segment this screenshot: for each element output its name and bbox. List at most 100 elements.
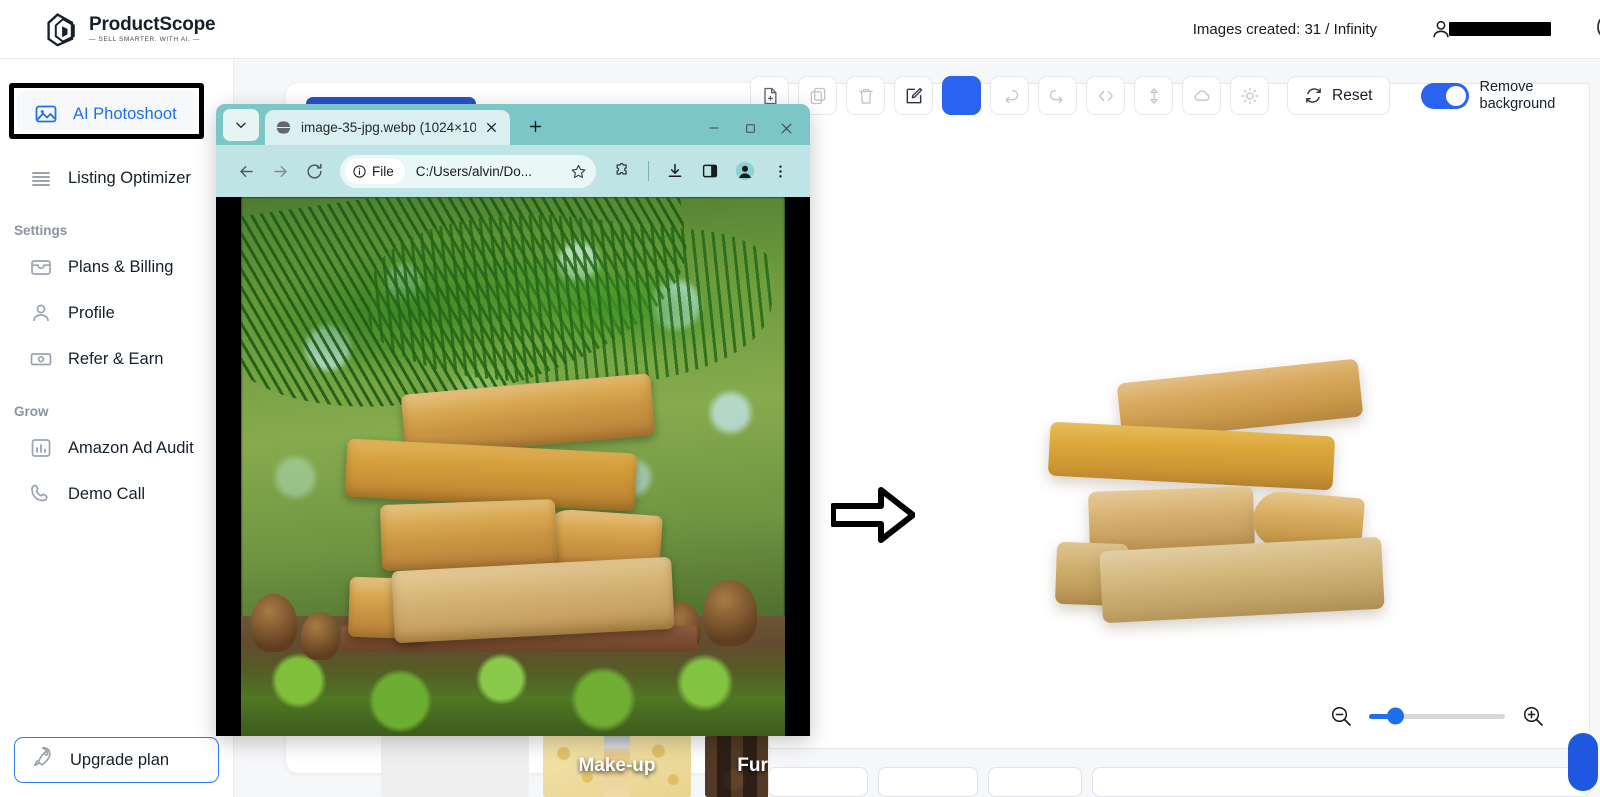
product-bar <box>1047 421 1336 491</box>
style-thumbnail-label: Furniture <box>737 755 768 776</box>
style-thumbnail-makeup[interactable]: Make-up <box>543 735 691 797</box>
reload-icon[interactable] <box>298 155 330 187</box>
toggle-knob <box>1445 85 1466 106</box>
magnifier-plus-icon[interactable] <box>1521 704 1545 728</box>
zoom-controls <box>1329 704 1545 728</box>
sidebar-item-amazon-ad-audit[interactable]: Amazon Ad Audit <box>12 425 221 471</box>
color-swatch-button[interactable] <box>942 76 981 115</box>
plus-icon[interactable] <box>520 111 550 141</box>
source-product-photo[interactable] <box>241 197 785 736</box>
sidebar-item-label: Listing Optimizer <box>68 168 191 187</box>
app-root: ProductScope — SELL SMARTER. WITH AI. — … <box>0 0 1600 797</box>
reset-label: Reset <box>1332 86 1373 104</box>
chevron-down-icon[interactable] <box>223 109 259 141</box>
address-bar-url: C:/Users/alvin/Do... <box>415 163 533 179</box>
sidebar-item-plans-billing[interactable]: Plans & Billing <box>12 244 221 290</box>
sidebar-item-listing-optimizer[interactable]: Listing Optimizer <box>12 155 221 201</box>
browser-tab[interactable]: image-35-jpg.webp (1024×102 <box>265 110 510 145</box>
remove-background-toggle[interactable] <box>1420 82 1469 109</box>
image-editor-toolbar: Reset Remove background <box>750 76 1555 115</box>
remove-background-control: Remove background <box>1420 78 1556 112</box>
sidebar-item-label: Amazon Ad Audit <box>68 438 194 457</box>
star-icon[interactable] <box>565 158 591 184</box>
zoom-slider[interactable] <box>1369 707 1505 725</box>
browser-tab-title: image-35-jpg.webp (1024×102 <box>301 120 476 135</box>
undo-icon[interactable] <box>990 76 1029 115</box>
sidebar: AI Photoshoot Listing Optimizer Settings… <box>0 59 234 797</box>
close-tab-icon[interactable] <box>482 119 500 137</box>
upgrade-plan-button[interactable]: Upgrade plan <box>14 737 219 783</box>
soap-bar <box>379 498 558 572</box>
cloud-icon[interactable] <box>1182 76 1221 115</box>
brand-tagline: — SELL SMARTER. WITH AI. — <box>89 35 200 43</box>
image-icon <box>33 101 59 127</box>
bottom-control[interactable] <box>768 767 868 797</box>
toolbar-divider <box>648 161 649 181</box>
bottom-control[interactable] <box>988 767 1082 797</box>
person-icon <box>28 300 54 326</box>
browser-actions <box>606 155 796 187</box>
browser-tabstrip: image-35-jpg.webp (1024×102 <box>216 104 810 145</box>
header-right-cluster: Images created: 31 / Infinity <box>1193 10 1600 49</box>
right-arrow-outline <box>830 484 916 551</box>
sidebar-item-label: Refer & Earn <box>68 349 164 368</box>
productscope-logo-icon <box>47 13 75 47</box>
browser-navbar: File C:/Users/alvin/Do... <box>216 145 810 197</box>
top-header: ProductScope — SELL SMARTER. WITH AI. — … <box>0 0 1600 59</box>
remove-background-label-line1: Remove <box>1479 78 1534 95</box>
sidebar-item-refer-earn[interactable]: Refer & Earn <box>12 336 221 382</box>
sidebar-item-demo-call[interactable]: Demo Call <box>12 471 221 517</box>
brightness-icon[interactable] <box>1230 76 1269 115</box>
reset-button[interactable]: Reset <box>1287 76 1390 115</box>
remove-background-label-line2: background <box>1479 95 1556 112</box>
product-bar <box>1099 536 1385 624</box>
pine-cone <box>251 594 297 652</box>
maximize-icon[interactable] <box>742 120 758 136</box>
arrow-left-icon[interactable] <box>230 155 262 187</box>
flip-vertical-icon[interactable] <box>1134 76 1173 115</box>
arrow-right-icon[interactable] <box>264 155 296 187</box>
processed-product-image <box>1001 339 1401 639</box>
style-thumbnail-strip: Make-up Furniture <box>286 735 768 797</box>
edit-pencil-icon[interactable] <box>894 76 933 115</box>
images-created-counter: Images created: 31 / Infinity <box>1192 20 1377 38</box>
three-dots-icon[interactable] <box>764 155 796 187</box>
user-name-redacted <box>1449 22 1551 36</box>
sidebar-group-title-grow: Grow <box>14 404 49 419</box>
bar-chart-icon <box>28 435 54 461</box>
pine-cone <box>301 612 339 660</box>
download-icon[interactable] <box>659 155 691 187</box>
brand-logo[interactable]: ProductScope — SELL SMARTER. WITH AI. — <box>45 11 216 47</box>
user-menu[interactable] <box>1430 18 1551 40</box>
puzzle-icon[interactable] <box>606 155 638 187</box>
sidebar-item-ai-photoshoot[interactable]: AI Photoshoot <box>17 91 197 137</box>
help-circle-icon[interactable] <box>1594 10 1600 49</box>
info-circle-icon <box>353 164 366 178</box>
bottom-control[interactable] <box>878 767 978 797</box>
window-controls <box>706 120 810 136</box>
sidebar-group-title-settings: Settings <box>14 223 68 238</box>
zoom-slider-handle[interactable] <box>1387 707 1404 725</box>
style-thumbnail[interactable] <box>381 735 529 797</box>
minimize-icon[interactable] <box>706 120 722 136</box>
style-thumbnail-furniture[interactable]: Furniture <box>705 735 768 797</box>
redo-icon[interactable] <box>1038 76 1077 115</box>
floating-action-button[interactable] <box>1568 733 1598 791</box>
code-icon[interactable] <box>1086 76 1125 115</box>
result-canvas <box>768 83 1590 749</box>
sidebar-item-profile[interactable]: Profile <box>12 290 221 336</box>
browser-window: image-35-jpg.webp (1024×102 File C:/User… <box>216 104 810 736</box>
brand-name: ProductScope <box>89 13 216 35</box>
address-bar[interactable]: File C:/Users/alvin/Do... <box>340 154 596 188</box>
close-icon[interactable] <box>778 120 794 136</box>
list-lines-icon <box>28 165 54 191</box>
magnifier-minus-icon[interactable] <box>1329 704 1353 728</box>
account-avatar-icon[interactable] <box>729 155 761 187</box>
site-info-chip[interactable]: File <box>345 158 405 184</box>
side-panel-icon[interactable] <box>694 155 726 187</box>
bottom-control[interactable] <box>1092 767 1590 797</box>
rocket-icon <box>31 745 56 775</box>
soap-bar <box>391 556 675 644</box>
trash-icon[interactable] <box>846 76 885 115</box>
